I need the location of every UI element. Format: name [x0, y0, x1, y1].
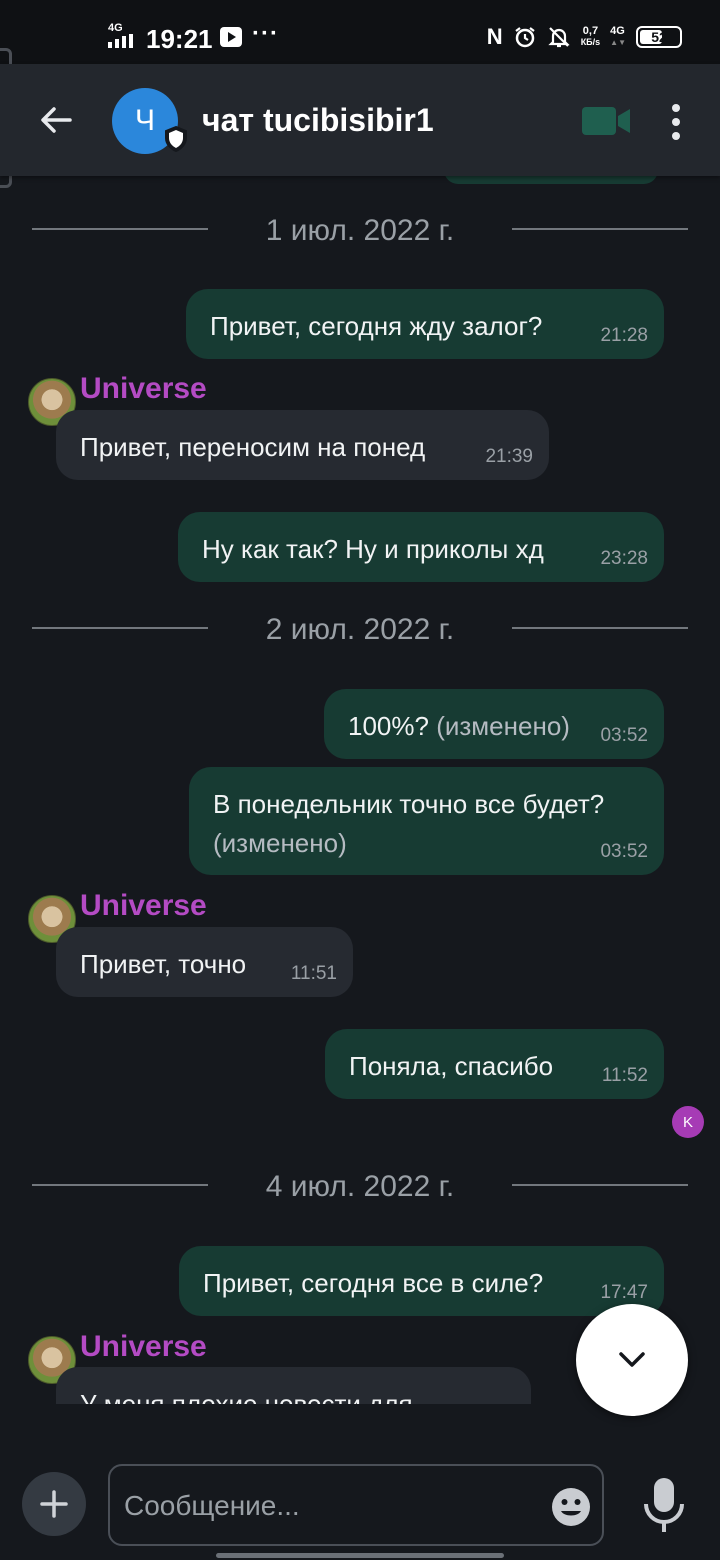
emoji-icon[interactable]: [550, 1486, 592, 1528]
message-incoming[interactable]: Привет, переносим на понед 21:39: [56, 410, 549, 480]
message-outgoing[interactable]: В понедельник точно все будет? (изменено…: [189, 767, 664, 875]
message-time: 03:52: [600, 841, 648, 862]
video-camera-icon[interactable]: [580, 104, 632, 138]
read-receipt-avatar[interactable]: K: [672, 1106, 704, 1138]
message-outgoing[interactable]: Привет, сегодня все в силе? 17:47: [179, 1246, 664, 1316]
status-bar: 4G 19:21 ··· N 0,7 КБ/s 4G ▲▼ 52: [0, 0, 720, 64]
shield-icon: [165, 126, 187, 152]
jump-to-bottom-button[interactable]: [576, 1304, 688, 1416]
plus-icon: [40, 1490, 68, 1518]
room-header: Ч чат tucibisibir1: [0, 64, 720, 176]
network-type-2: 4G ▲▼: [610, 25, 626, 48]
message-incoming[interactable]: Привет, точно 11:51: [56, 927, 353, 997]
sender-name[interactable]: Universe: [80, 372, 207, 406]
message-bubble-previous: [444, 176, 658, 184]
message-time: 23:28: [600, 548, 648, 569]
sender-name[interactable]: Universe: [80, 889, 207, 923]
attach-button[interactable]: [22, 1472, 86, 1536]
message-time: 21:28: [600, 325, 648, 346]
message-time: 11:51: [290, 963, 337, 984]
nfc-icon: N: [486, 24, 503, 49]
battery-icon: 52: [636, 26, 682, 48]
alarm-icon: [515, 27, 535, 48]
sender-name[interactable]: Universe: [80, 1330, 207, 1364]
arrow-left-icon[interactable]: [34, 98, 78, 142]
more-vertical-icon[interactable]: [662, 100, 690, 144]
network-speed: 0,7 КБ/s: [580, 25, 601, 48]
microphone-icon[interactable]: [640, 1476, 688, 1536]
message-time: 11:52: [601, 1065, 648, 1086]
message-input-box[interactable]: [108, 1464, 604, 1546]
message-timeline[interactable]: 1 июл. 2022 г. Привет, сегодня жду залог…: [0, 176, 720, 1404]
more-notifications-icon: ···: [252, 20, 279, 47]
youtube-icon: [220, 27, 242, 47]
message-outgoing[interactable]: 100%? (изменено) 03:52: [324, 689, 664, 759]
date-separator: 1 июл. 2022 г.: [0, 208, 720, 248]
message-input[interactable]: [124, 1484, 544, 1528]
message-composer: [0, 1404, 720, 1560]
network-type: 4G: [108, 22, 123, 34]
room-title[interactable]: чат tucibisibir1: [202, 102, 434, 139]
home-indicator: [216, 1553, 504, 1558]
date-separator: 4 июл. 2022 г.: [0, 1164, 720, 1204]
clock: 19:21: [146, 24, 213, 54]
message-outgoing[interactable]: Поняла, спасибо 11:52: [325, 1029, 664, 1099]
message-outgoing[interactable]: Ну как так? Ну и приколы хд 23:28: [178, 512, 664, 582]
message-time: 03:52: [600, 725, 648, 746]
chevron-down-icon: [619, 1352, 645, 1367]
message-outgoing[interactable]: Привет, сегодня жду залог? 21:28: [186, 289, 664, 359]
bell-off-icon: [548, 27, 570, 48]
message-time: 17:47: [600, 1282, 648, 1303]
signal-icon: [108, 34, 133, 48]
message-time: 21:39: [485, 446, 533, 467]
message-incoming[interactable]: У меня плохие новости для: [56, 1367, 531, 1404]
date-separator: 2 июл. 2022 г.: [0, 607, 720, 647]
